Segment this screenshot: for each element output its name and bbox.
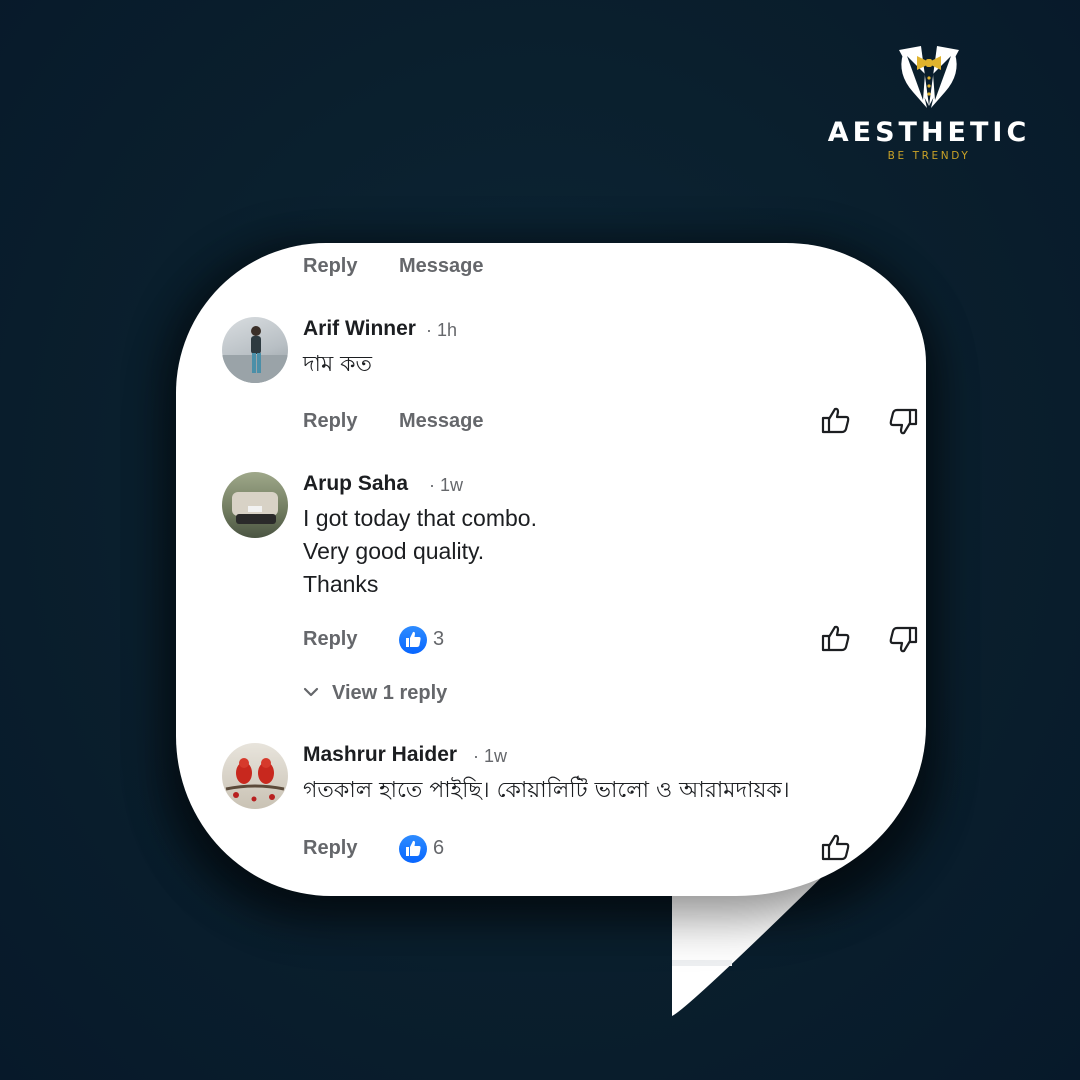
like-reaction-icon (399, 626, 427, 654)
avatar[interactable] (222, 472, 288, 538)
comment-time: · 1h (426, 320, 458, 340)
reply-button[interactable]: Reply (303, 628, 357, 651)
view-replies-label: View 1 reply (332, 682, 448, 704)
thumbs-up-icon[interactable] (821, 624, 851, 652)
message-button[interactable]: Message (399, 410, 484, 433)
car-photo-icon (232, 492, 278, 524)
comment-bubble: Reply Message Arif Winner · 1h দাম কত Re… (176, 243, 926, 896)
avatar[interactable] (222, 743, 288, 809)
thumbs-down-icon[interactable] (888, 626, 918, 654)
person-photo-icon (222, 326, 288, 383)
reply-button[interactable]: Reply (303, 410, 357, 433)
reaction-count[interactable]: 6 (433, 837, 444, 860)
comment-author[interactable]: Mashrur Haider (303, 743, 457, 767)
comment-text: দাম কত (303, 352, 373, 377)
reaction-count[interactable]: 3 (433, 628, 444, 651)
comment-time: · 1w (473, 746, 508, 766)
comment-text: I got today that combo. Very good qualit… (303, 502, 537, 601)
comment-author[interactable]: Arif Winner (303, 317, 416, 341)
comment-time: · 1w (429, 475, 464, 495)
like-reaction-icon (399, 835, 427, 863)
comment-line: Thanks (303, 571, 379, 597)
avatar[interactable] (222, 317, 288, 383)
chevron-down-icon (303, 687, 319, 697)
comment-line: Very good quality. (303, 538, 485, 564)
comment-line: I got today that combo. (303, 505, 537, 531)
birds-photo-icon (225, 758, 285, 802)
thumbs-down-icon[interactable] (888, 408, 918, 436)
comment-author[interactable]: Arup Saha (303, 472, 408, 496)
reply-button[interactable]: Reply (303, 255, 357, 278)
thumbs-up-icon[interactable] (821, 833, 851, 861)
reply-button[interactable]: Reply (303, 837, 357, 860)
message-button[interactable]: Message (399, 255, 484, 278)
comment-text: গতকাল হাতে পাইছি। কোয়ালিটি ভালো ও আরামদ… (303, 778, 790, 803)
thumbs-up-icon[interactable] (821, 406, 851, 434)
